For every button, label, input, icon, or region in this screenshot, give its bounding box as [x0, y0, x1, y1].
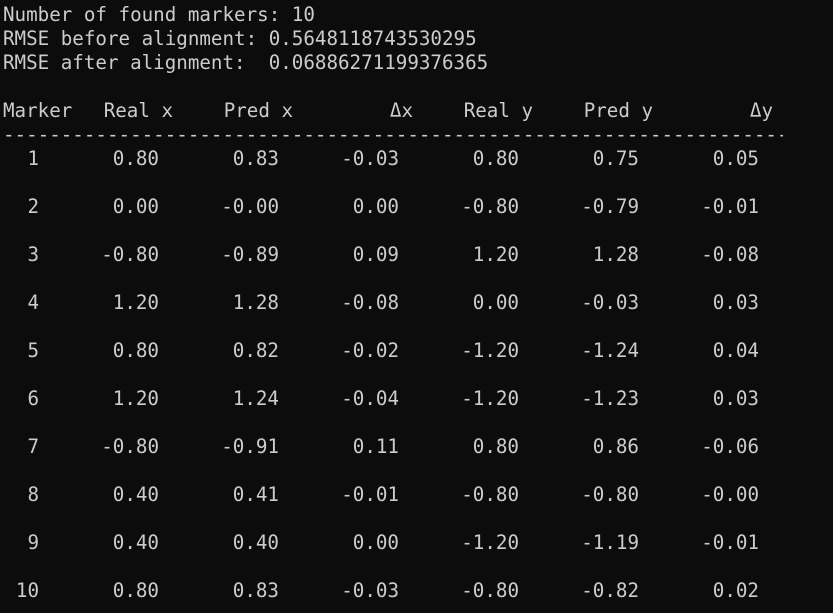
cell-real-x: 0.00: [112, 195, 159, 218]
cell-marker: 6: [27, 387, 39, 410]
cell-pred-x: 0.40: [232, 531, 279, 554]
header-real-y: Real y: [463, 99, 533, 122]
cell-delta-x: -0.02: [341, 339, 399, 362]
cell-pred-y: 0.75: [592, 147, 639, 170]
cell-pred-x: 1.28: [232, 291, 279, 314]
cell-delta-y: 0.05: [712, 147, 759, 170]
cell-delta-x: -0.03: [341, 147, 399, 170]
terminal-output: Number of found markers: 10 RMSE before …: [3, 3, 829, 610]
cell-delta-y: -0.00: [701, 483, 759, 506]
cell-marker: 5: [27, 339, 39, 362]
cell-delta-y: -0.01: [701, 531, 759, 554]
cell-delta-x: 0.00: [352, 531, 399, 554]
cell-pred-x: -0.91: [221, 435, 279, 458]
cell-real-y: 1.20: [472, 243, 519, 266]
cell-delta-x: -0.03: [341, 579, 399, 602]
cell-marker: 4: [27, 291, 39, 314]
cell-real-x: 0.80: [112, 147, 159, 170]
table-separator: ----------------------------------------…: [3, 123, 783, 146]
cell-delta-x: -0.08: [341, 291, 399, 314]
cell-real-x: 1.20: [112, 291, 159, 314]
cell-pred-y: -0.82: [581, 579, 639, 602]
cell-marker: 3: [27, 243, 39, 266]
cell-pred-x: 0.83: [232, 579, 279, 602]
cell-pred-x: 0.41: [232, 483, 279, 506]
cell-pred-y: -1.19: [581, 531, 639, 554]
cell-delta-y: -0.06: [701, 435, 759, 458]
cell-real-x: -0.80: [101, 435, 159, 458]
cell-delta-x: 0.00: [352, 195, 399, 218]
cell-real-y: -0.80: [461, 195, 519, 218]
cell-pred-y: 1.28: [592, 243, 639, 266]
cell-pred-y: -0.79: [581, 195, 639, 218]
cell-marker: 9: [27, 531, 39, 554]
cell-real-y: -1.20: [461, 531, 519, 554]
header-pred-y: Pred y: [583, 99, 653, 122]
cell-pred-y: -0.80: [581, 483, 639, 506]
cell-delta-x: 0.09: [352, 243, 399, 266]
cell-pred-y: 0.86: [592, 435, 639, 458]
cell-marker: 10: [15, 579, 39, 602]
header-pred-x: Pred x: [223, 99, 293, 122]
cell-marker: 2: [27, 195, 39, 218]
cell-pred-x: 0.82: [232, 339, 279, 362]
cell-real-x: 1.20: [112, 387, 159, 410]
cell-delta-y: 0.02: [712, 579, 759, 602]
cell-real-y: -1.20: [461, 339, 519, 362]
cell-real-y: 0.80: [472, 147, 519, 170]
rmse-after-line: RMSE after alignment: 0.0688627119937636…: [3, 51, 489, 74]
cell-real-y: -1.20: [461, 387, 519, 410]
cell-delta-y: 0.04: [712, 339, 759, 362]
rmse-before-line: RMSE before alignment: 0.564811874353029…: [3, 27, 477, 50]
cell-real-x: 0.40: [112, 483, 159, 506]
cell-delta-y: 0.03: [712, 387, 759, 410]
cell-real-y: 0.80: [472, 435, 519, 458]
cell-real-x: 0.80: [112, 339, 159, 362]
cell-marker: 8: [27, 483, 39, 506]
markers-count-line: Number of found markers: 10: [3, 3, 315, 26]
header-delta-y: Δy: [749, 99, 773, 122]
cell-real-x: 0.80: [112, 579, 159, 602]
cell-real-y: -0.80: [461, 483, 519, 506]
cell-delta-y: -0.01: [701, 195, 759, 218]
cell-delta-x: -0.01: [341, 483, 399, 506]
cell-delta-x: 0.11: [352, 435, 399, 458]
cell-delta-y: 0.03: [712, 291, 759, 314]
header-real-x: Real x: [103, 99, 173, 122]
cell-pred-x: -0.00: [221, 195, 279, 218]
cell-pred-y: -1.24: [581, 339, 639, 362]
header-marker: Marker: [3, 99, 73, 122]
cell-real-x: 0.40: [112, 531, 159, 554]
cell-real-y: -0.80: [461, 579, 519, 602]
header-delta-x: Δx: [389, 99, 413, 122]
cell-delta-y: -0.08: [701, 243, 759, 266]
cell-pred-x: -0.89: [221, 243, 279, 266]
cell-delta-x: -0.04: [341, 387, 399, 410]
cell-pred-x: 1.24: [232, 387, 279, 410]
cell-pred-x: 0.83: [232, 147, 279, 170]
cell-real-y: 0.00: [472, 291, 519, 314]
cell-marker: 1: [27, 147, 39, 170]
cell-pred-y: -0.03: [581, 291, 639, 314]
cell-marker: 7: [27, 435, 39, 458]
cell-pred-y: -1.23: [581, 387, 639, 410]
cell-real-x: -0.80: [101, 243, 159, 266]
